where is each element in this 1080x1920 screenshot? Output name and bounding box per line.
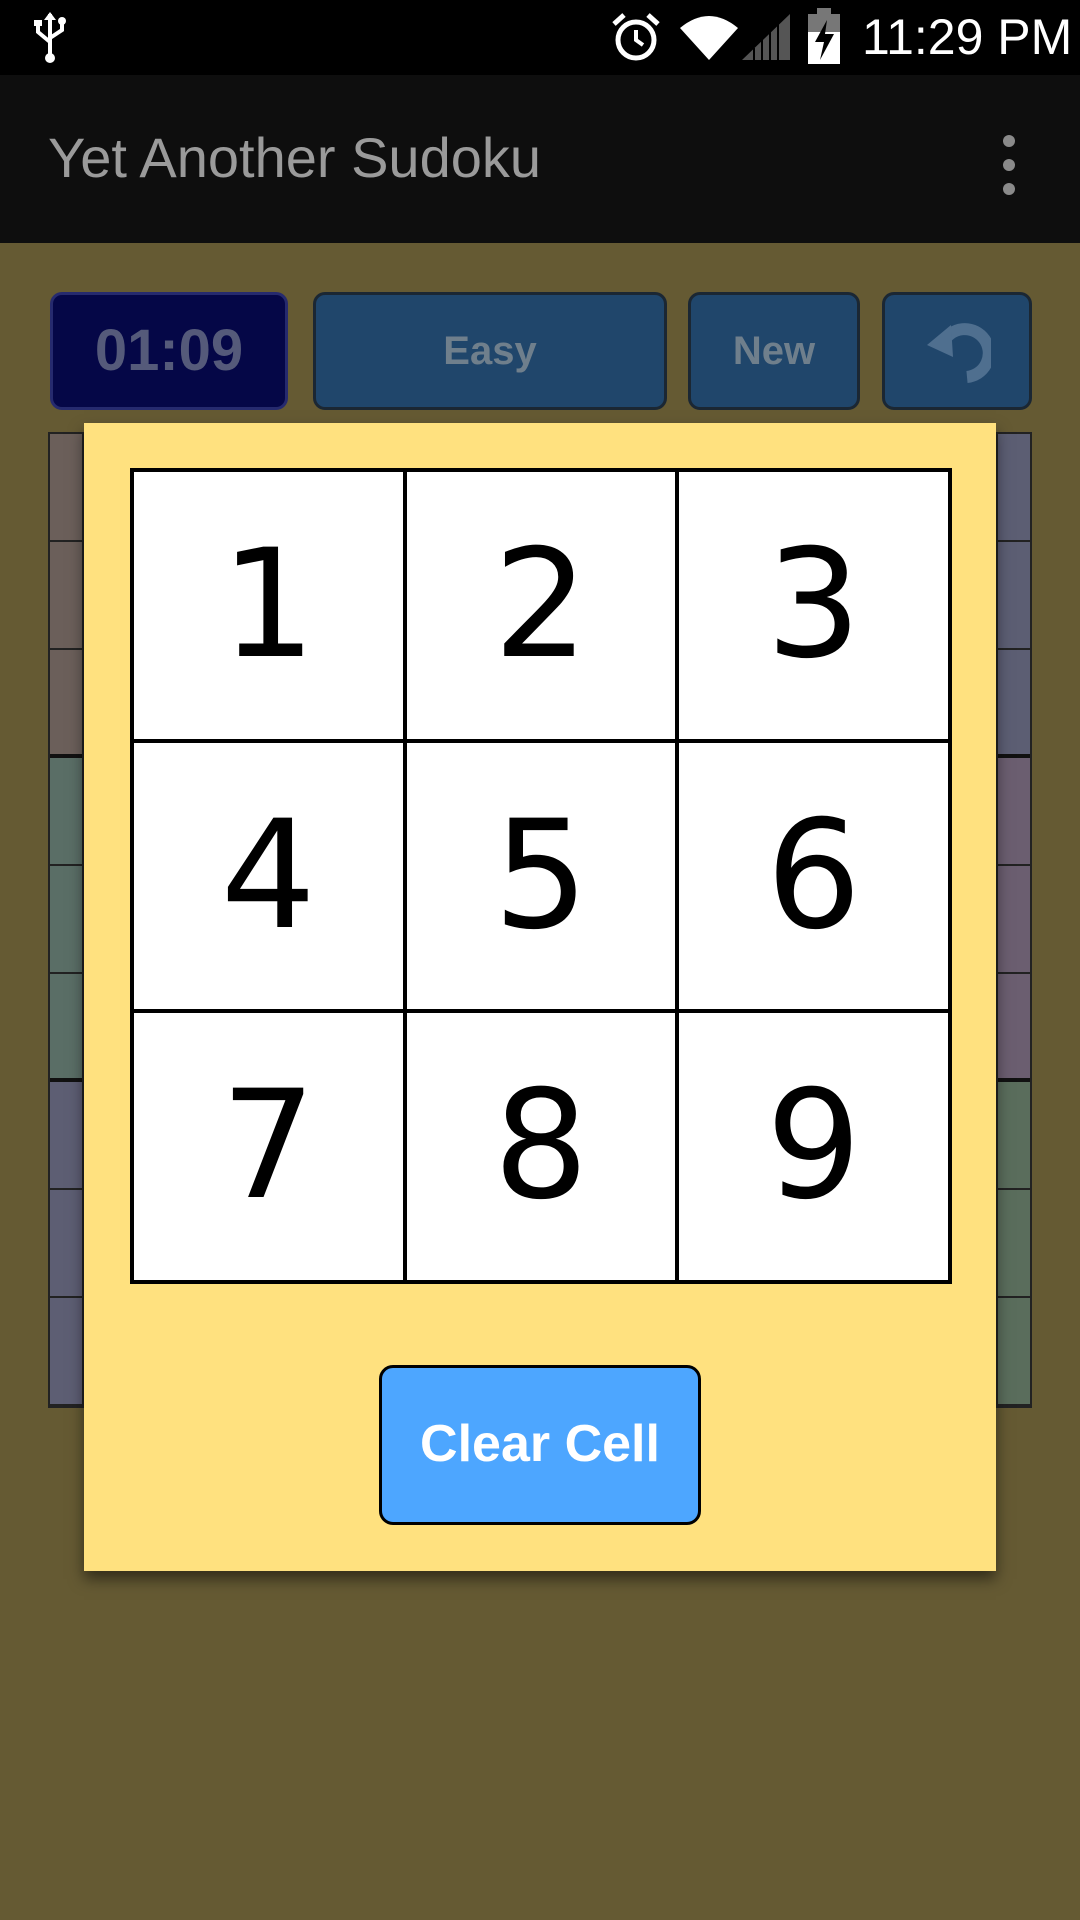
clear-cell-button[interactable]: Clear Cell bbox=[379, 1365, 701, 1525]
undo-button[interactable] bbox=[882, 292, 1032, 410]
board-cell[interactable] bbox=[998, 1298, 1030, 1406]
overflow-menu-icon[interactable] bbox=[994, 129, 1024, 203]
board-cell[interactable] bbox=[50, 434, 82, 542]
number-key-4[interactable]: 4 bbox=[134, 742, 403, 1010]
sudoku-board-right-edge bbox=[996, 432, 1032, 1408]
board-cell[interactable] bbox=[50, 542, 82, 650]
board-cell[interactable] bbox=[50, 974, 82, 1082]
number-key-7[interactable]: 7 bbox=[134, 1013, 403, 1280]
number-pad: 123 456 789 bbox=[130, 468, 952, 1284]
number-key-1[interactable]: 1 bbox=[134, 472, 403, 739]
board-cell[interactable] bbox=[998, 650, 1030, 758]
status-bar: 11:29 PM bbox=[0, 0, 1080, 75]
sudoku-board-left-edge bbox=[48, 432, 84, 1408]
undo-icon bbox=[927, 323, 991, 383]
wifi-icon bbox=[680, 16, 738, 60]
board-cell[interactable] bbox=[50, 1190, 82, 1298]
number-key-3[interactable]: 3 bbox=[679, 472, 948, 739]
board-cell[interactable] bbox=[50, 650, 82, 758]
number-key-9[interactable]: 9 bbox=[679, 1013, 948, 1280]
number-picker-dialog: 123 456 789 Clear Cell bbox=[84, 423, 996, 1571]
board-cell[interactable] bbox=[998, 974, 1030, 1082]
number-key-5[interactable]: 5 bbox=[406, 742, 676, 1010]
board-cell[interactable] bbox=[50, 866, 82, 974]
board-cell[interactable] bbox=[998, 1190, 1030, 1298]
number-key-2[interactable]: 2 bbox=[406, 472, 676, 739]
board-cell[interactable] bbox=[998, 758, 1030, 866]
number-key-8[interactable]: 8 bbox=[406, 1013, 676, 1280]
new-game-button[interactable]: New bbox=[688, 292, 860, 410]
timer-display: 01:09 bbox=[50, 292, 288, 410]
difficulty-button[interactable]: Easy bbox=[313, 292, 667, 410]
number-key-6[interactable]: 6 bbox=[679, 742, 948, 1010]
usb-icon bbox=[34, 12, 66, 63]
board-cell[interactable] bbox=[998, 1082, 1030, 1190]
status-time: 11:29 PM bbox=[862, 9, 1073, 65]
app-bar: Yet Another Sudoku bbox=[0, 75, 1080, 243]
signal-icon bbox=[742, 14, 790, 60]
app-title: Yet Another Sudoku bbox=[48, 126, 542, 189]
board-cell[interactable] bbox=[998, 434, 1030, 542]
board-cell[interactable] bbox=[50, 1298, 82, 1406]
board-cell[interactable] bbox=[998, 542, 1030, 650]
board-cell[interactable] bbox=[50, 1082, 82, 1190]
board-cell[interactable] bbox=[50, 758, 82, 866]
board-cell[interactable] bbox=[998, 866, 1030, 974]
battery-charging-icon bbox=[808, 8, 840, 64]
alarm-icon bbox=[612, 13, 660, 61]
